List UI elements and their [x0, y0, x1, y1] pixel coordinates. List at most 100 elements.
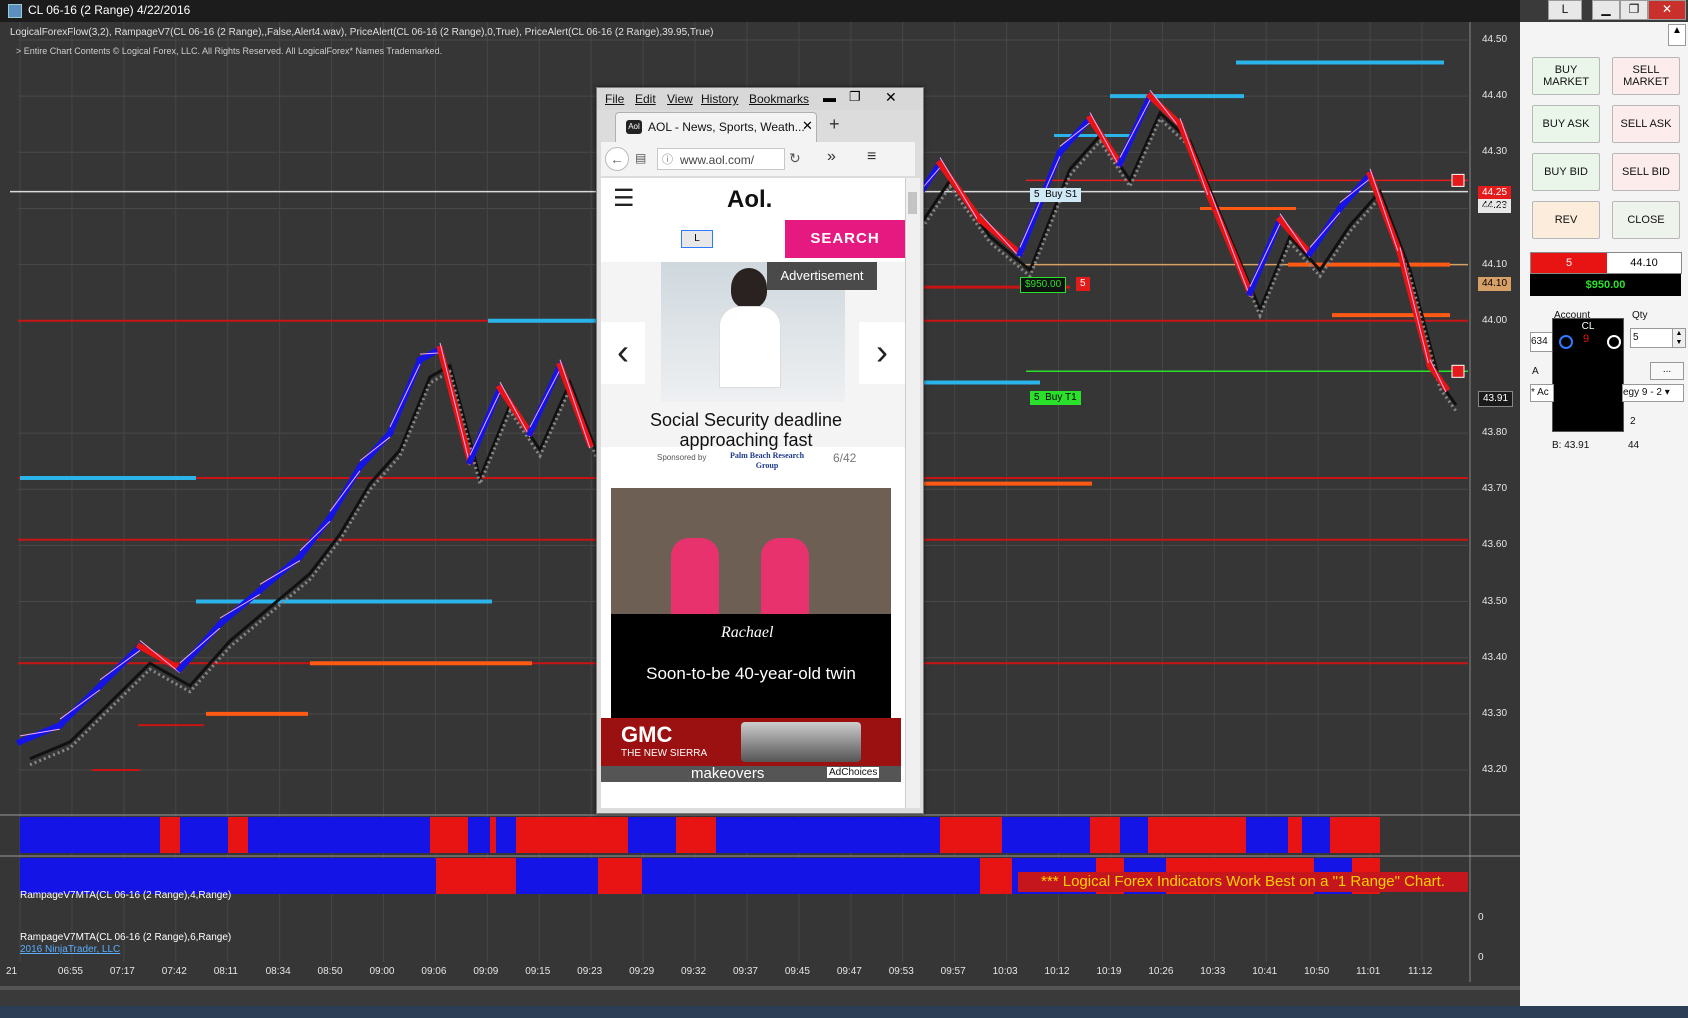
- sell-market-button[interactable]: SELL MARKET: [1612, 57, 1680, 95]
- time-tick-label: 10:50: [1304, 966, 1330, 977]
- bull-price-segment: [175, 619, 225, 674]
- strategy-select[interactable]: egy 9 - 2 ▾: [1622, 384, 1684, 402]
- site-menu-icon[interactable]: ☰: [613, 184, 635, 213]
- bookmarks-icon[interactable]: ▤: [635, 151, 646, 165]
- reverse-button[interactable]: REV: [1532, 201, 1600, 239]
- ad-twin-tail: makeovers: [691, 765, 765, 782]
- flow-line: [559, 359, 591, 449]
- ad-sponsor-name[interactable]: Palm Beach Research Group: [725, 451, 809, 471]
- menu-bookmarks[interactable]: Bookmarks: [749, 92, 809, 106]
- time-tick-label: 08:50: [317, 966, 343, 977]
- entry-qty-flag[interactable]: 5: [1076, 277, 1090, 291]
- bull-price-segment: [415, 344, 445, 365]
- hamburger-menu-icon[interactable]: ≡: [867, 148, 876, 166]
- buy-bid-button[interactable]: BUY BID: [1532, 153, 1600, 191]
- close-position-button[interactable]: CLOSE: [1612, 201, 1680, 239]
- menu-view[interactable]: View: [667, 92, 693, 106]
- price-tick-label: 43.40: [1482, 651, 1508, 663]
- browser-close-icon[interactable]: ✕: [885, 89, 897, 106]
- ninjatrader-footer[interactable]: 2016 NinjaTrader, LLC: [20, 944, 120, 955]
- price-tick-label: 43.70: [1482, 483, 1508, 495]
- browser-scrollbar[interactable]: [905, 178, 920, 808]
- position-pnl: $950.00: [1530, 274, 1681, 296]
- browser-tab[interactable]: Aol AOL - News, Sports, Weath... ✕: [615, 112, 817, 143]
- close-window-button[interactable]: ✕: [1648, 0, 1686, 20]
- account-select[interactable]: 634: [1530, 332, 1554, 352]
- flow-line: [1369, 168, 1401, 258]
- ad-figure-head: [731, 268, 767, 308]
- time-tick-label: 10:19: [1096, 966, 1122, 977]
- back-arrow-icon[interactable]: ←: [605, 147, 629, 171]
- position-display: 5 44.10: [1530, 252, 1682, 274]
- scroll-thumb[interactable]: [908, 192, 917, 214]
- time-tick-label: 07:42: [161, 966, 187, 977]
- browser-restore-icon[interactable]: ❐: [849, 89, 861, 105]
- position-avg-price: 44.10: [1607, 253, 1681, 273]
- atm-select[interactable]: * Ac: [1530, 384, 1554, 402]
- tab-close-icon[interactable]: ✕: [802, 118, 813, 134]
- browser-window[interactable]: File Edit View History Bookmarks ▬ ❐ ✕ A…: [596, 87, 924, 814]
- flow-line: [439, 342, 471, 466]
- qty-field[interactable]: 5: [1630, 328, 1674, 348]
- time-tick-label: 09:57: [940, 966, 966, 977]
- window-letter-button[interactable]: L: [1548, 0, 1582, 20]
- indicator-warning-banner: *** Logical Forex Indicators Work Best o…: [1018, 872, 1468, 892]
- price-tick-label: 44.50: [1482, 34, 1508, 45]
- adchoices-link[interactable]: AdChoices: [827, 767, 880, 778]
- gmc-logo: GMC: [621, 722, 673, 747]
- sell-bid-button[interactable]: SELL BID: [1612, 153, 1680, 191]
- search-bar: L SEARCH: [601, 220, 905, 258]
- aol-header: ☰ Aol.: [601, 178, 905, 221]
- target-order-flag[interactable]: 5 Buy T1: [1030, 391, 1081, 405]
- lower-panel-2-label: RampageV7MTA(CL 06-16 (2 Range),6,Range): [20, 932, 232, 943]
- time-tick-label: 09:06: [421, 966, 447, 977]
- menu-edit[interactable]: Edit: [635, 92, 656, 106]
- reload-icon[interactable]: ↻: [789, 150, 801, 167]
- ad-headline[interactable]: Social Security deadline approaching fas…: [611, 410, 881, 450]
- buy-market-button[interactable]: BUY MARKET: [1532, 57, 1600, 95]
- ad-image-twins[interactable]: [611, 488, 891, 614]
- web-page-viewport[interactable]: ☰ Aol. L SEARCH Advertisement ‹ › Social…: [601, 178, 905, 808]
- popup-gear-icon[interactable]: [1607, 335, 1621, 349]
- carousel-next-icon[interactable]: ›: [859, 322, 905, 384]
- new-tab-button[interactable]: +: [829, 114, 840, 135]
- aol-favicon-icon: Aol: [626, 120, 642, 134]
- ad-sponsor-prefix: Sponsored by: [657, 453, 707, 462]
- search-input[interactable]: L: [681, 230, 713, 248]
- flow-line: [939, 157, 981, 224]
- search-button[interactable]: SEARCH: [785, 220, 905, 258]
- gmc-banner[interactable]: GMC THE NEW SIERRA: [601, 718, 901, 766]
- panel1-trend-block: [1090, 817, 1120, 853]
- qty-stepper[interactable]: ▲ ▼: [1672, 328, 1686, 348]
- overflow-chevron-icon[interactable]: »: [827, 148, 836, 166]
- stop-order-flag[interactable]: 5 Buy S1: [1030, 188, 1082, 202]
- info-icon[interactable]: ⓘ: [662, 149, 673, 171]
- browser-minimize-icon[interactable]: ▬: [823, 90, 836, 105]
- sell-ask-button[interactable]: SELL ASK: [1612, 105, 1680, 143]
- menu-history[interactable]: History: [701, 92, 738, 106]
- truck-grille-image: [741, 722, 861, 762]
- panel1-trend-block: [496, 817, 516, 853]
- strategy-ellipsis-button[interactable]: ...: [1650, 362, 1684, 380]
- aol-logo[interactable]: Aol.: [727, 186, 772, 214]
- panel1-trend-block: [160, 817, 180, 853]
- ad-figure-body: [719, 306, 781, 388]
- ad-caption-panel[interactable]: Rachael Soon-to-be 40-year-old twin: [611, 614, 891, 718]
- carousel-prev-icon[interactable]: ‹: [601, 322, 645, 384]
- popup-left-icon[interactable]: [1559, 335, 1573, 349]
- panel2-trend-block: [642, 858, 980, 894]
- instrument-popup[interactable]: CL 9: [1552, 318, 1624, 432]
- buy-ask-button[interactable]: BUY ASK: [1532, 105, 1600, 143]
- menu-file[interactable]: File: [605, 92, 624, 106]
- panel2-trend-block: [980, 858, 1012, 894]
- time-tick-label: 08:34: [265, 966, 291, 977]
- time-tick-label: 10:26: [1148, 966, 1174, 977]
- restore-button[interactable]: ❐: [1620, 0, 1648, 20]
- strategy-select-value: egy 9 - 2: [1623, 387, 1662, 398]
- flow-line: [1309, 212, 1341, 248]
- panel-collapse-icon[interactable]: ▲: [1668, 24, 1686, 46]
- url-field[interactable]: ⓘ www.aol.com/: [657, 148, 785, 170]
- ad-carousel[interactable]: Advertisement ‹ › Social Security deadli…: [601, 262, 905, 450]
- panel1-trend-block: [20, 817, 160, 853]
- minimize-button[interactable]: ▁: [1592, 0, 1620, 20]
